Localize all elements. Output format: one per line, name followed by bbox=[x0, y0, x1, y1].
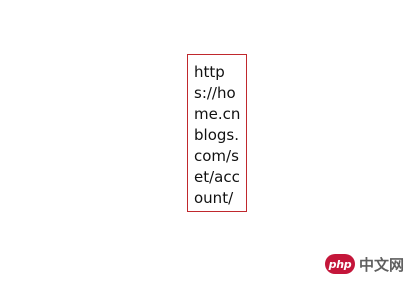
watermark-site-text: 中文网 bbox=[359, 255, 405, 274]
php-logo: php bbox=[325, 254, 355, 274]
url-text-box: https://home.cnblogs.com/set/account/ bbox=[187, 54, 247, 212]
php-cn-watermark: php 中文网 bbox=[325, 252, 404, 276]
